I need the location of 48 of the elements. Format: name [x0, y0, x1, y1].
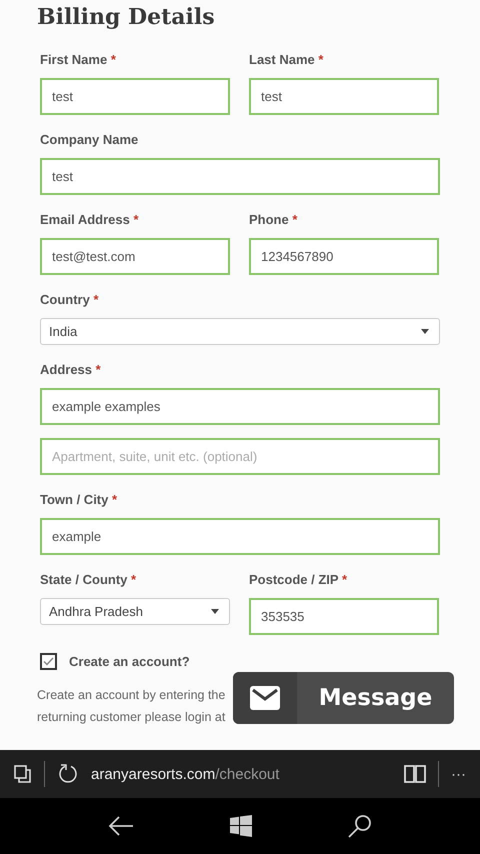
book-icon[interactable]: [404, 764, 426, 784]
text-field[interactable]: 1234567890: [249, 238, 439, 275]
dropdown[interactable]: India: [40, 318, 440, 345]
search-icon[interactable]: [348, 814, 372, 838]
caret-icon: [211, 609, 219, 614]
required-mark: *: [93, 292, 99, 307]
windows-icon[interactable]: [230, 815, 252, 837]
text-field[interactable]: 353535: [249, 598, 439, 635]
field-label: Email Address: [40, 212, 130, 227]
required-mark: *: [112, 492, 118, 507]
field-label: Town / City: [40, 492, 108, 507]
text-field[interactable]: test@test.com: [40, 238, 230, 275]
tabs-icon[interactable]: [14, 765, 32, 783]
message-button[interactable]: Message: [233, 672, 454, 724]
required-mark: *: [133, 212, 139, 227]
text-field[interactable]: Apartment, suite, unit etc. (optional): [40, 438, 440, 475]
field-label: State / County: [40, 572, 128, 587]
note-text: returning customer please login at: [37, 709, 226, 726]
checkmark-icon: [43, 657, 54, 666]
field-label: Address: [40, 362, 92, 377]
required-mark: *: [131, 572, 136, 587]
more-button[interactable]: ···: [451, 766, 466, 782]
caret-icon: [421, 329, 429, 334]
field-label: First Name: [40, 52, 108, 67]
text-field[interactable]: test: [40, 158, 440, 195]
page-title: Billing Details: [37, 3, 215, 32]
dropdown[interactable]: Andhra Pradesh: [40, 598, 230, 625]
text-field[interactable]: example: [40, 518, 440, 555]
field-label: Postcode / ZIP: [249, 572, 338, 587]
address-bar[interactable]: aranyaresorts.com/checkout: [91, 766, 392, 782]
checkbox-label: Create an account?: [69, 654, 190, 669]
required-mark: *: [318, 52, 324, 67]
text-field[interactable]: test: [249, 78, 439, 115]
required-mark: *: [292, 212, 298, 227]
required-mark: *: [342, 572, 348, 587]
note-text: Create an account by entering the: [37, 687, 226, 704]
field-label: Last Name: [249, 52, 315, 67]
text-field[interactable]: example examples: [40, 388, 440, 425]
back-icon[interactable]: [108, 816, 134, 836]
text-field[interactable]: test: [40, 78, 230, 115]
checkbox[interactable]: [40, 653, 57, 670]
field-label: Country: [40, 292, 90, 307]
envelope-icon: [250, 686, 280, 710]
refresh-icon[interactable]: [57, 763, 79, 785]
required-mark: *: [110, 52, 116, 67]
field-label: Phone: [249, 212, 289, 227]
required-mark: *: [96, 362, 101, 377]
field-label: Company Name: [40, 132, 138, 147]
